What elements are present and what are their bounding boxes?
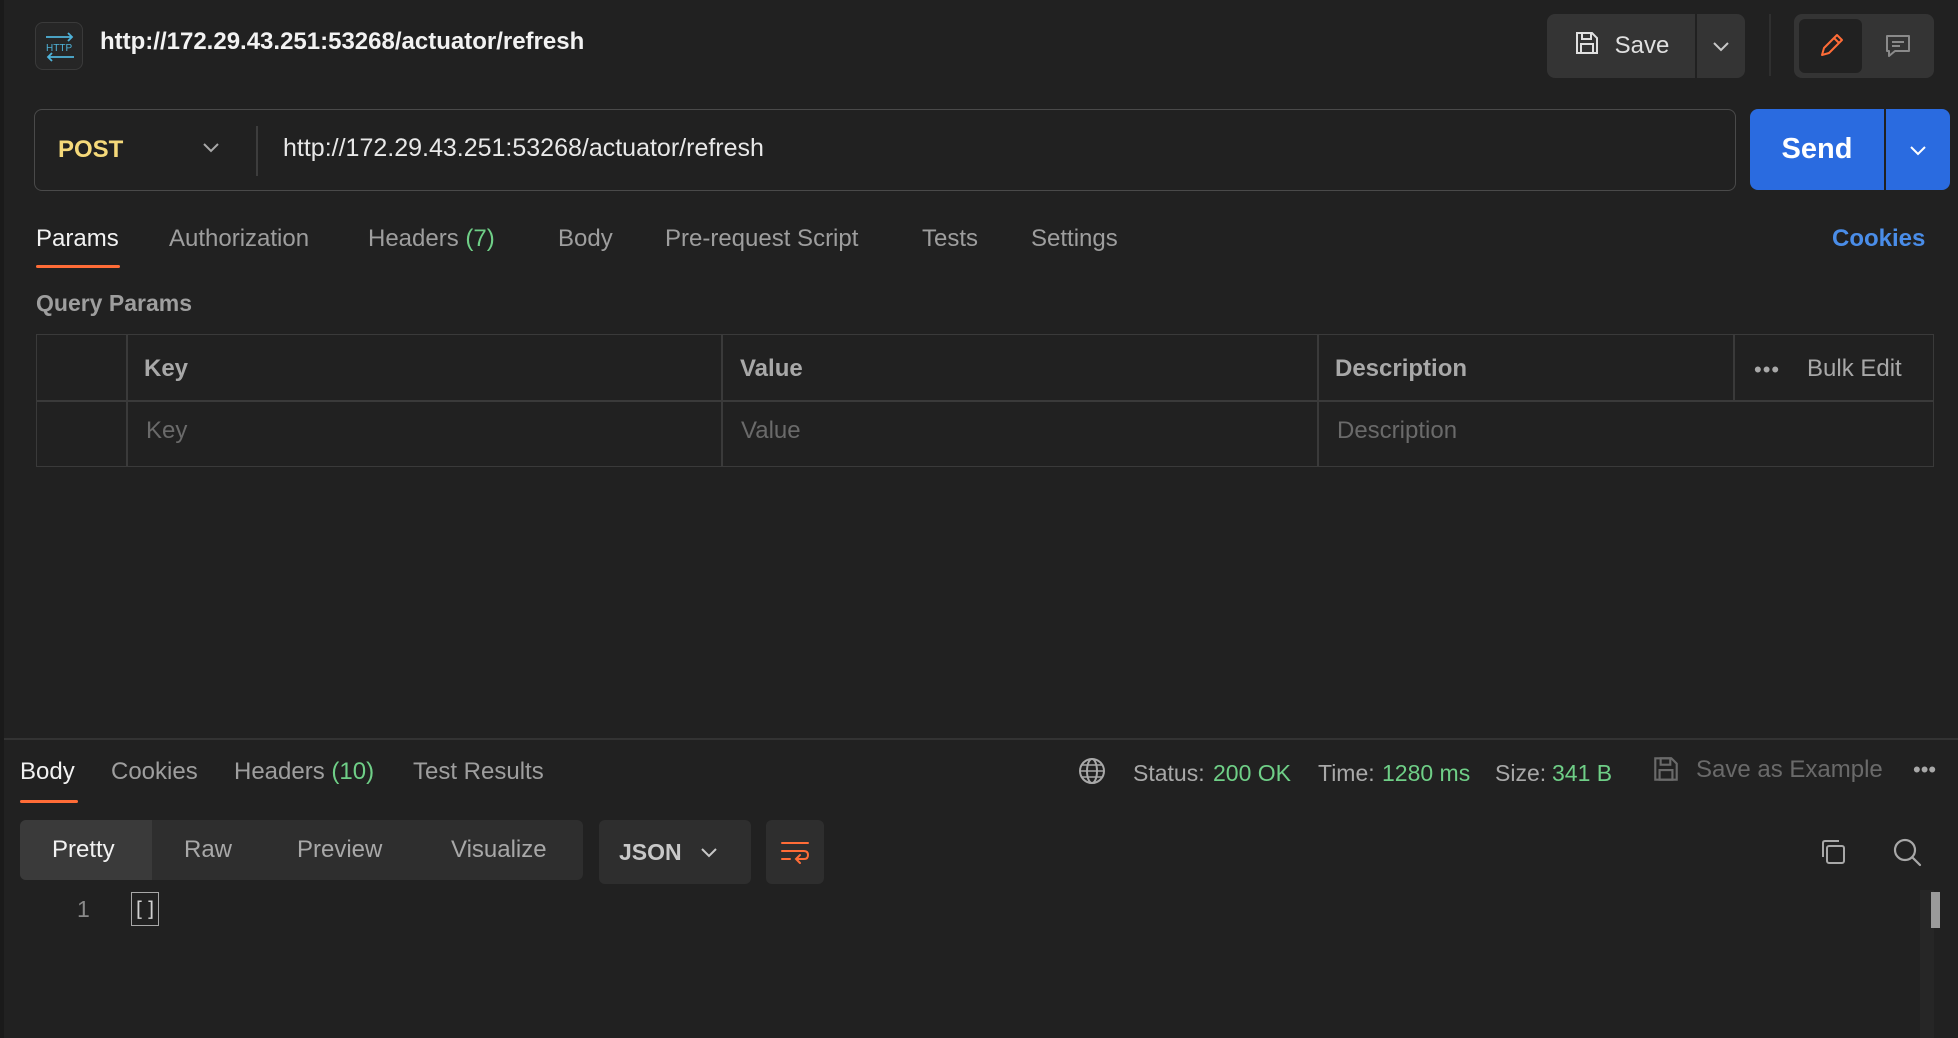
size-value[interactable]: 341 B bbox=[1552, 760, 1612, 787]
tab-authorization[interactable]: Authorization bbox=[169, 225, 309, 253]
cookies-link[interactable]: Cookies bbox=[1832, 225, 1925, 253]
tab-params[interactable]: Params bbox=[36, 225, 119, 253]
time-value[interactable]: 1280 ms bbox=[1382, 760, 1470, 787]
param-description-input[interactable]: Description bbox=[1337, 417, 1457, 445]
column-header-value: Value bbox=[740, 355, 803, 382]
active-tab-indicator bbox=[36, 265, 120, 268]
url-input[interactable]: http://172.29.43.251:53268/actuator/refr… bbox=[283, 134, 764, 163]
time-label: Time: bbox=[1318, 760, 1375, 786]
format-select[interactable]: JSON bbox=[599, 820, 751, 884]
divider bbox=[1769, 14, 1771, 76]
table-divider bbox=[721, 334, 723, 467]
chevron-down-icon bbox=[700, 848, 717, 858]
tab-tests[interactable]: Tests bbox=[922, 225, 978, 253]
response-code[interactable]: [] bbox=[131, 892, 159, 926]
pane-splitter[interactable] bbox=[4, 738, 1958, 740]
tab-headers[interactable]: Headers (7) bbox=[368, 225, 495, 253]
column-header-key: Key bbox=[144, 355, 189, 382]
status-label: Status: bbox=[1133, 760, 1205, 786]
view-tab-raw[interactable]: Raw bbox=[184, 836, 232, 864]
comment-mode-button[interactable] bbox=[1866, 19, 1929, 73]
save-as-example-button[interactable]: Save as Example bbox=[1696, 756, 1883, 784]
response-tab-headers[interactable]: Headers (10) bbox=[234, 758, 374, 786]
line-number: 1 bbox=[77, 896, 90, 922]
chevron-down-icon[interactable] bbox=[202, 140, 220, 158]
param-value-input[interactable]: Value bbox=[741, 417, 801, 445]
scrollbar-thumb[interactable] bbox=[1931, 892, 1940, 928]
param-key-input[interactable]: Key bbox=[146, 417, 187, 445]
format-label: JSON bbox=[619, 838, 682, 865]
divider bbox=[256, 126, 258, 176]
copy-icon[interactable] bbox=[1818, 837, 1848, 872]
pencil-icon bbox=[1820, 34, 1843, 56]
size-label: Size: bbox=[1495, 760, 1547, 786]
save-button[interactable]: Save bbox=[1547, 14, 1695, 78]
table-divider bbox=[126, 334, 128, 467]
response-tab-headers-label: Headers bbox=[234, 758, 325, 785]
wrap-lines-button[interactable] bbox=[766, 820, 824, 884]
method-select[interactable]: POST bbox=[58, 136, 123, 164]
query-params-title: Query Params bbox=[36, 290, 192, 316]
chevron-down-icon bbox=[1713, 42, 1729, 52]
globe-icon[interactable] bbox=[1077, 756, 1107, 791]
save-label: Save bbox=[1614, 32, 1670, 59]
send-button[interactable]: Send bbox=[1750, 109, 1884, 190]
response-tab-test-results[interactable]: Test Results bbox=[413, 758, 544, 786]
table-divider bbox=[1317, 334, 1319, 467]
wrap-lines-icon bbox=[781, 842, 810, 864]
chevron-down-icon bbox=[1910, 145, 1926, 155]
table-divider bbox=[1733, 334, 1735, 401]
left-edge bbox=[0, 0, 4, 1038]
tab-prerequest-script[interactable]: Pre-request Script bbox=[665, 225, 858, 253]
response-tab-cookies[interactable]: Cookies bbox=[111, 758, 198, 786]
save-icon bbox=[1573, 29, 1601, 64]
send-dropdown-button[interactable] bbox=[1886, 109, 1950, 190]
http-request-icon: HTTP bbox=[35, 22, 83, 70]
active-tab-indicator bbox=[20, 800, 78, 803]
search-icon[interactable] bbox=[1891, 836, 1923, 873]
svg-text:HTTP: HTTP bbox=[46, 43, 72, 54]
save-dropdown-button[interactable] bbox=[1697, 14, 1745, 78]
comment-icon bbox=[1885, 35, 1910, 57]
headers-count: (7) bbox=[465, 225, 495, 252]
response-headers-count: (10) bbox=[331, 758, 375, 785]
edit-mode-button[interactable] bbox=[1799, 19, 1862, 73]
view-tab-pretty[interactable]: Pretty bbox=[52, 836, 115, 864]
table-divider bbox=[36, 400, 1934, 402]
tab-headers-label: Headers bbox=[368, 225, 459, 252]
status-value[interactable]: 200 OK bbox=[1213, 760, 1291, 787]
column-header-description: Description bbox=[1335, 355, 1468, 382]
response-tab-body[interactable]: Body bbox=[20, 758, 75, 786]
tab-body[interactable]: Body bbox=[558, 225, 613, 253]
save-example-icon bbox=[1651, 754, 1681, 789]
bulk-edit-button[interactable]: Bulk Edit bbox=[1807, 355, 1902, 383]
more-options-icon[interactable]: ••• bbox=[1754, 357, 1780, 383]
more-options-icon[interactable]: ••• bbox=[1913, 757, 1936, 783]
tab-settings[interactable]: Settings bbox=[1031, 225, 1118, 253]
view-tab-visualize[interactable]: Visualize bbox=[451, 836, 547, 864]
view-tab-preview[interactable]: Preview bbox=[297, 836, 382, 864]
request-title: http://172.29.43.251:53268/actuator/refr… bbox=[100, 28, 585, 55]
